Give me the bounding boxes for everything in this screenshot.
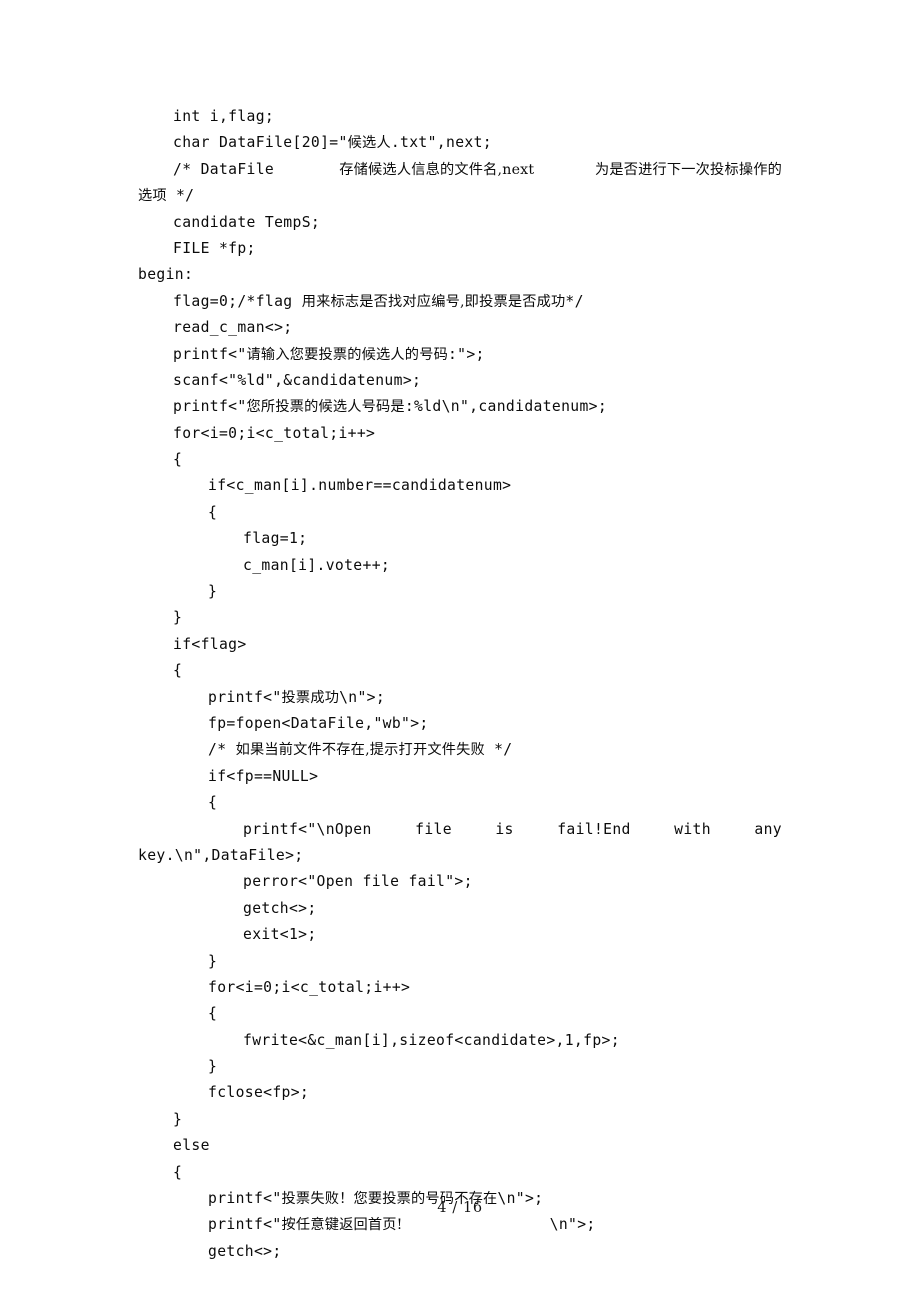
code-line: printf<"投票成功\n">; — [208, 688, 386, 706]
code-line: } — [173, 1110, 183, 1128]
code-line: } — [173, 609, 183, 627]
code-line: flag=1; — [243, 530, 308, 548]
code-line: FILE *fp; — [173, 239, 256, 257]
code-segment: any — [754, 820, 782, 838]
cjk-run: 如果当前文件不存在,提示打开文件失败 — [235, 742, 485, 759]
code-segment: /* DataFile — [173, 160, 284, 178]
code-line: fp=fopen<DataFile,"wb">; — [208, 714, 429, 732]
cjk-run: 投票成功 — [281, 689, 340, 706]
code-line: 选项 */ — [138, 187, 195, 205]
code-line: c_man[i].vote++; — [243, 556, 391, 574]
code-line: { — [173, 451, 183, 469]
code-line: char DataFile[20]="候选人.txt",next; — [173, 134, 492, 152]
cjk-run: 选项 — [138, 188, 167, 205]
cjk-run: 用来标志是否找对应编号,即投票是否成功 — [301, 293, 566, 310]
code-segment: 存储候选人信息的文件名,next — [339, 161, 539, 178]
code-line: perror<"Open file fail">; — [243, 873, 473, 891]
code-line: if<c_man[i].number==candidatenum> — [208, 477, 512, 495]
page-number-label: 4 / 16 — [437, 1200, 483, 1216]
code-line: { — [208, 503, 218, 521]
code-line-comment: /* 如果当前文件不存在,提示打开文件失败 */ — [208, 741, 513, 759]
cjk-run: 候选人 — [347, 135, 391, 152]
cjk-run: 按任意键返回首页! — [281, 1217, 403, 1234]
code-line: getch<>; — [208, 1242, 282, 1260]
code-line: key.\n",DataFile>; — [138, 846, 304, 864]
code-line: { — [173, 662, 183, 680]
code-line: int i,flag; — [173, 108, 275, 125]
code-segment: is — [495, 820, 514, 838]
code-line: getch<>; — [243, 899, 317, 917]
code-line: fwrite<&c_man[i],sizeof<candidate>,1,fp>… — [243, 1031, 620, 1049]
code-line-label: begin: — [138, 266, 194, 284]
code-line: } — [208, 583, 218, 601]
code-line: fclose<fp>; — [208, 1084, 310, 1102]
code-line: { — [173, 1163, 183, 1181]
code-line: if<flag> — [173, 635, 247, 653]
cjk-run: 请输入您要投票的候选人的号码 — [246, 346, 448, 363]
code-line: scanf<"%ld",&candidatenum>; — [173, 371, 422, 389]
code-line-justified: printf<"\nOpen file is fail!End with any — [138, 817, 782, 843]
code-line: } — [208, 952, 218, 970]
code-segment: printf<"\nOpen — [243, 820, 372, 838]
code-line: { — [208, 1005, 218, 1023]
code-line: else — [173, 1137, 210, 1155]
code-segment: file — [415, 820, 452, 838]
code-line-comment: /* DataFile 存储候选人信息的文件名,next 为是否进行下一次投标操… — [138, 157, 782, 183]
code-segment: 为是否进行下一次投标操作的 — [594, 161, 782, 178]
code-line: for<i=0;i<c_total;i++> — [208, 978, 411, 996]
code-line: for<i=0;i<c_total;i++> — [173, 424, 376, 442]
document-page: int i,flag; char DataFile[20]="候选人.txt",… — [0, 0, 920, 1302]
code-line: if<fp==NULL> — [208, 767, 319, 785]
code-line: } — [208, 1058, 218, 1076]
code-line: candidate TempS; — [173, 213, 321, 231]
code-line: exit<1>; — [243, 926, 317, 944]
code-listing: int i,flag; char DataFile[20]="候选人.txt",… — [138, 104, 782, 1265]
code-line: flag=0;/*flag 用来标志是否找对应编号,即投票是否成功*/ — [173, 292, 584, 310]
code-segment: fail!End — [557, 820, 631, 838]
code-line: printf<"您所投票的候选人号码是:%ld\n",candidatenum>… — [173, 398, 608, 416]
cjk-run: 您所投票的候选人号码是 — [246, 399, 405, 416]
code-line: { — [208, 794, 218, 812]
code-line: read_c_man<>; — [173, 319, 293, 337]
code-line: printf<"请输入您要投票的候选人的号码:">; — [173, 345, 485, 363]
code-segment: with — [674, 820, 711, 838]
code-line: printf<"按任意键返回首页! \n">; — [208, 1216, 596, 1234]
page-footer: 4 / 16 — [0, 1200, 920, 1216]
